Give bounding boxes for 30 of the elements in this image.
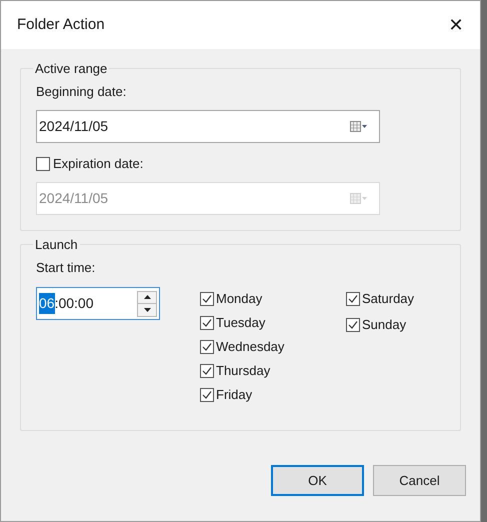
spin-up-button[interactable] — [137, 290, 157, 304]
checkbox-label: Expiration date: — [53, 155, 144, 173]
group-title: Launch — [34, 236, 79, 254]
ok-button[interactable]: OK — [271, 465, 364, 496]
checkbox[interactable] — [200, 388, 214, 402]
close-button[interactable]: ✕ — [432, 1, 480, 49]
spin-down-button[interactable] — [137, 304, 157, 316]
checkbox-label: Tuesday — [216, 314, 266, 332]
window-title: Folder Action — [17, 14, 105, 35]
checkbox-label: Saturday — [362, 290, 414, 308]
cancel-button[interactable]: Cancel — [373, 465, 466, 496]
checkbox-label: Wednesday — [216, 338, 284, 356]
down-arrow-icon — [144, 308, 150, 312]
up-arrow-icon — [144, 295, 150, 299]
checkbox-label: Sunday — [362, 316, 406, 334]
checkbox[interactable] — [346, 318, 360, 332]
field-label: Beginning date: — [36, 82, 126, 101]
checkbox-label: Thursday — [216, 362, 270, 380]
checkbox-label: Monday — [216, 290, 262, 308]
field-label: Start time: — [36, 258, 96, 276]
checkbox[interactable] — [200, 292, 214, 306]
checkbox[interactable] — [200, 316, 214, 330]
checkbox[interactable] — [346, 292, 360, 306]
group-title: Active range — [34, 60, 108, 78]
checkbox-label: Friday — [216, 386, 252, 404]
checkbox[interactable] — [200, 364, 214, 378]
time-field[interactable]: 06:00:00 — [36, 287, 160, 320]
date-field[interactable]: 2024/11/05 — [36, 110, 380, 143]
calendar-icon[interactable] — [350, 121, 367, 132]
checkbox[interactable] — [200, 340, 214, 354]
